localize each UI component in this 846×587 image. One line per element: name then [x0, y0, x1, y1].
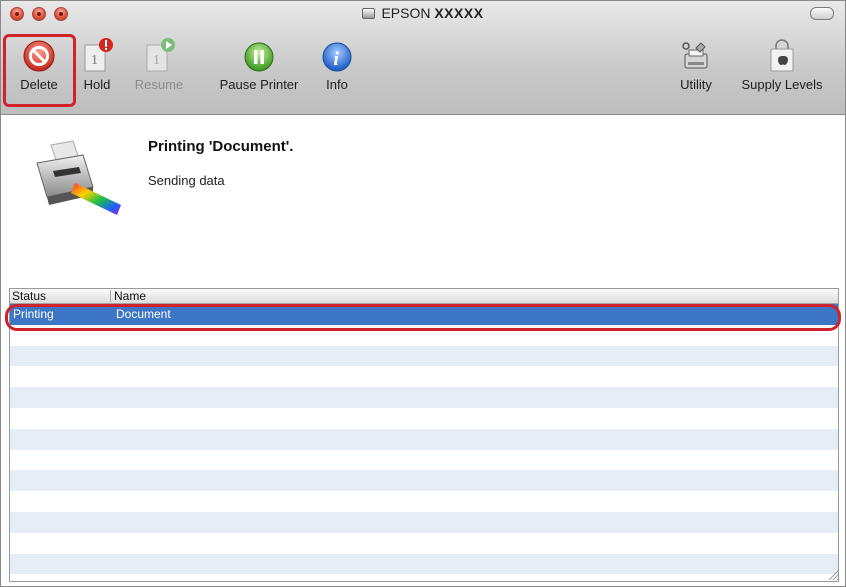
pause-printer-button[interactable]: Pause Printer	[213, 33, 305, 92]
supply-levels-button[interactable]: Supply Levels	[733, 33, 831, 92]
window-title-model: XXXXX	[434, 5, 484, 21]
utility-button[interactable]: Utility	[671, 33, 721, 92]
column-header-status[interactable]: Status	[12, 289, 46, 303]
table-row-empty	[10, 407, 838, 429]
job-status-title: Printing 'Document'.	[148, 138, 294, 155]
resume-button[interactable]: 1 Resume	[129, 33, 189, 92]
svg-text:1: 1	[91, 53, 98, 68]
table-row-empty	[10, 470, 838, 492]
supply-levels-button-label: Supply Levels	[741, 77, 823, 92]
info-button-label: Info	[326, 77, 348, 92]
jobs-table-body: Printing Document	[10, 304, 838, 581]
table-row-empty	[10, 532, 838, 554]
print-queue-window: EPSON XXXXX Delete 1 Hold 1 Resume Pause…	[0, 0, 846, 587]
printer-small-icon	[362, 8, 376, 19]
jobs-table-header: Status Name	[10, 289, 838, 304]
window-title: EPSON XXXXX	[1, 5, 845, 21]
shopping-bag-icon	[770, 39, 794, 72]
utility-icon	[682, 42, 708, 69]
table-row-empty	[10, 553, 838, 575]
resume-button-label: Resume	[134, 77, 184, 92]
info-button[interactable]: i Info	[317, 33, 357, 92]
resume-icon: 1	[146, 38, 175, 72]
info-icon: i	[322, 42, 352, 72]
hold-button[interactable]: 1 Hold	[77, 33, 117, 92]
column-separator[interactable]	[110, 290, 111, 302]
pause-printer-button-label: Pause Printer	[219, 77, 299, 92]
table-row-empty	[10, 511, 838, 533]
selected-row-highlight	[5, 304, 841, 331]
jobs-table: Status Name Printing Document	[9, 288, 839, 582]
table-row-empty	[10, 366, 838, 388]
job-status-detail: Sending data	[148, 173, 225, 188]
delete-button-highlight	[3, 34, 76, 107]
table-row-empty	[10, 428, 838, 450]
toolbar: EPSON XXXXX Delete 1 Hold 1 Resume Pause…	[1, 1, 845, 115]
hold-button-label: Hold	[83, 77, 111, 92]
svg-text:i: i	[334, 49, 340, 70]
utility-button-label: Utility	[680, 77, 712, 92]
table-row-empty	[10, 449, 838, 471]
table-row-empty	[10, 345, 838, 367]
table-row-empty	[10, 574, 838, 581]
pause-icon	[244, 42, 274, 72]
table-row-empty	[10, 387, 838, 408]
resize-grip-icon[interactable]	[827, 568, 839, 580]
column-header-name[interactable]: Name	[114, 289, 146, 303]
table-row-empty	[10, 491, 838, 512]
window-title-brand: EPSON	[381, 5, 431, 21]
printer-icon	[36, 140, 121, 215]
hold-icon: 1	[84, 38, 113, 72]
svg-text:1: 1	[153, 53, 160, 68]
